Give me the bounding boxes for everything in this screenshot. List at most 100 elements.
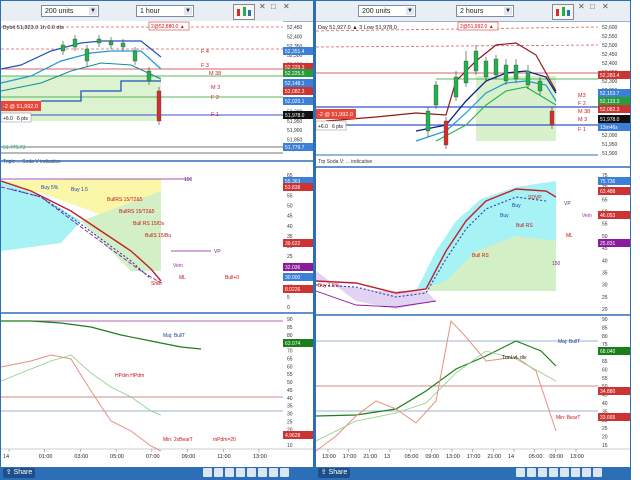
oscillator-tick-label: 45 [287,388,293,394]
reset-view-icon[interactable] [247,468,256,477]
axis-value-text: 51,978.0 [285,113,305,119]
price-tick-label: 52,400 [287,34,303,40]
chevron-down-icon[interactable]: ▼ [89,7,97,15]
candle-body [84,48,90,62]
mid-label-vein: Vein [582,213,592,219]
close-window-icon[interactable]: ✕ [283,3,291,11]
indicator-axis: 6560555045403530252015105055.36353.83839… [283,173,317,311]
oscillator-axis: 908580757065605550454035302520151063.074… [283,317,317,449]
chart-icon[interactable] [552,4,574,20]
level-label-f2: F 2 [578,101,586,107]
chart-icon[interactable] [233,4,255,20]
mid-label-ml: ML [179,275,186,281]
axis-value-text: 32.036 [285,265,301,271]
zoom-out-icon[interactable] [527,468,536,477]
level-label-m3b: M 3 [578,117,587,123]
mid-label-vp: VP [564,201,571,207]
bottom-bar-left: ⇪ Share [1,467,317,479]
share-button[interactable]: ⇪ Share [3,468,35,478]
zoom-in-icon[interactable] [516,468,525,477]
restore-icon[interactable]: □ [271,3,279,11]
chevron-down-icon[interactable]: ▼ [406,7,414,15]
close-window-icon[interactable]: ✕ [602,3,610,11]
fit-icon[interactable] [269,468,278,477]
level-label-f2: F 2 [211,95,219,101]
fit-icon[interactable] [582,468,591,477]
candle-body [146,70,152,82]
share-button[interactable]: ⇪ Share [318,468,350,478]
low-label-min: Min: 2xBearT [163,437,193,443]
price-tick-label: 51,950 [287,119,303,125]
timeframe-select-left[interactable]: 1 hour ▼ [136,5,194,17]
settings-icon[interactable] [280,468,289,477]
price-axis: 52,60052,55052,50052,45052,40052,35052,3… [598,25,630,157]
time-axis: 14 01:00 03:00 05:00 07:00 09:00 11:00 13:00 [3,449,267,460]
level-label-m38: M 38 [209,71,221,77]
level-label-m3: M3 [578,93,586,99]
axis-value-text: 63.488 [600,189,616,195]
candle-body [96,38,102,44]
units-select-left[interactable]: 200 units ▼ [41,5,99,17]
axis-value-text: 52,082.3 [285,89,305,95]
time-tick-label: 01:00 [39,454,53,460]
oscillator-tick-label: 55 [287,372,293,378]
right-chart-canvas[interactable]: 52,60052,55052,50052,45052,40052,35052,3… [316,21,631,469]
indicator-tick-label: 20 [602,307,608,313]
time-tick-label: 09:00 [425,454,439,460]
indicator-tick-label: 40 [602,258,608,264]
oscillator-tick-label: 60 [287,364,293,370]
mid-label-bull0: Bull+0 [225,275,239,281]
scroll-right-icon[interactable] [236,468,245,477]
candle-body [525,70,531,86]
indicator-label: Trp Soda V: ... indicative [318,159,372,165]
close-icon[interactable]: ✕ [259,3,267,11]
mid-label-sher: ShEr [151,281,162,287]
order-label[interactable]: -2 @ 51,992.0 [3,104,38,110]
level-label-f3: F 3 [201,63,209,69]
toolbar-right: 200 units ▼ 2 hours ▼ ✕ □ ✕ [316,1,630,22]
mid-label-bullrs-2: BullRS 15/T2&5 [119,209,155,215]
chevron-down-icon[interactable]: ▼ [504,7,512,15]
bottom-left-value: 51,779.73 [3,145,25,151]
candle-body [453,76,459,98]
close-icon[interactable]: ✕ [578,3,586,11]
level-label-f4: F 4 [201,49,209,55]
time-tick-label: 17:00 [467,454,481,460]
oscillator-tick-label: 50 [287,380,293,386]
indicator-tick-label: 5 [287,295,290,301]
scroll-left-icon[interactable] [225,468,234,477]
mid-label-buy15: Buy 1.5% [318,283,340,289]
oscillator-tick-label: 30 [287,412,293,418]
order-label[interactable]: -2 @ 51,992.0 [318,112,353,118]
oscillator-tick-label: 40 [602,401,608,407]
order-small: +6.0 [318,124,328,130]
axis-value-text: 51,779.7 [285,145,305,151]
mid-label-buy-1: Buy [512,203,521,209]
crosshair-icon[interactable] [571,468,580,477]
time-tick-label: 17:00 [343,454,357,460]
settings-icon[interactable] [593,468,602,477]
axis-value-text: 52,082.3 [600,107,620,113]
zoom-out-icon[interactable] [214,468,223,477]
reset-view-icon[interactable] [560,468,569,477]
indicator-tick-label: 25 [287,254,293,260]
candle-body [108,40,114,46]
candle-body [443,120,449,146]
indicator-tick-label: 40 [287,224,293,230]
restore-icon[interactable]: □ [590,3,598,11]
timeframe-select-right[interactable]: 2 hours ▼ [456,5,514,17]
left-chart-canvas[interactable]: 52,45052,40052,35052,30052,25052,20052,1… [1,21,318,469]
level-label-f1: F 1 [578,127,586,133]
indicator-axis: 75706560555045403530252075.73663.48846.0… [598,173,630,313]
zoom-in-icon[interactable] [203,468,212,477]
chevron-down-icon[interactable]: ▼ [184,7,192,15]
scroll-right-icon[interactable] [549,468,558,477]
oscillator-tick-label: 60 [602,367,608,373]
price-info-text: Day 51,927.0 ▲ 3 Low 51,978.0 [318,25,397,31]
price-tick-label: 52,400 [602,61,618,67]
oscillator-tick-label: 55 [602,376,608,382]
candle-body [60,44,66,52]
units-select-right[interactable]: 200 units ▼ [358,5,416,17]
crosshair-icon[interactable] [258,468,267,477]
scroll-left-icon[interactable] [538,468,547,477]
